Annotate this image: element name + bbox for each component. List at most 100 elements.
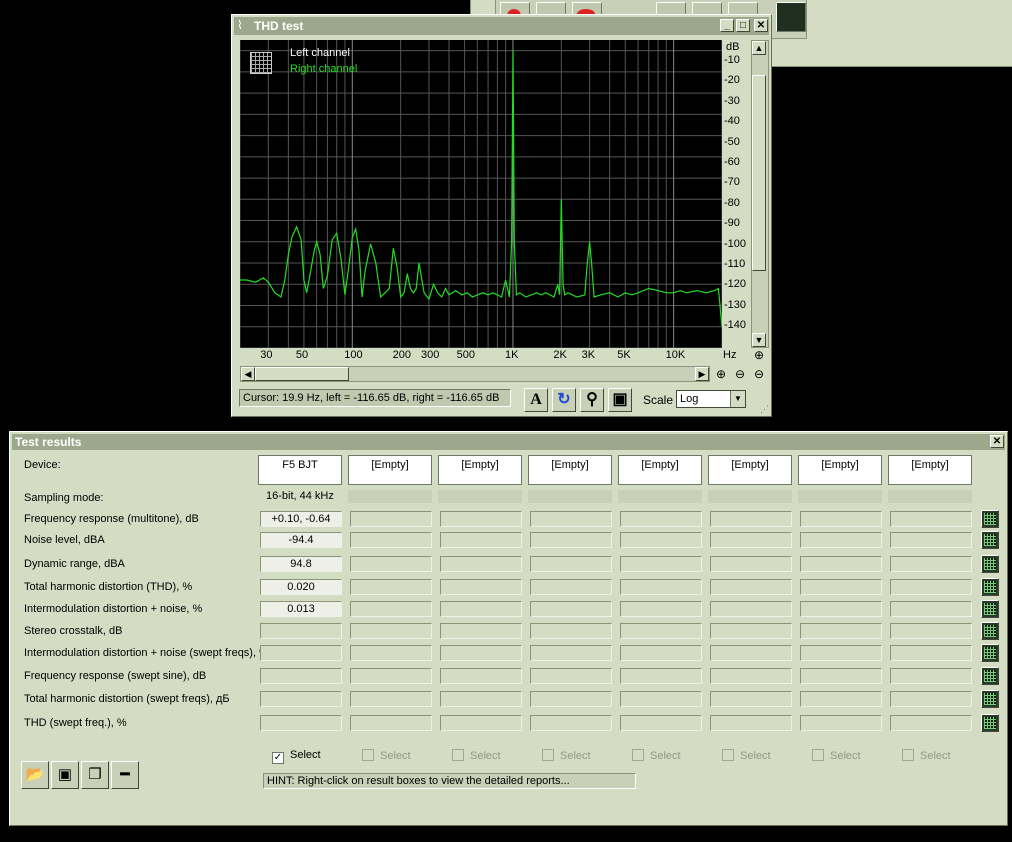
result-cell[interactable] bbox=[620, 532, 702, 548]
result-cell[interactable] bbox=[260, 691, 342, 707]
result-cell[interactable] bbox=[800, 668, 882, 684]
copy-icon[interactable]: ❐ bbox=[81, 761, 109, 789]
checkbox-box[interactable] bbox=[362, 749, 374, 761]
result-cell[interactable] bbox=[440, 556, 522, 572]
result-cell[interactable] bbox=[800, 715, 882, 731]
result-cell[interactable] bbox=[620, 601, 702, 617]
device-header[interactable]: [Empty] bbox=[798, 455, 882, 485]
result-cell[interactable] bbox=[890, 691, 972, 707]
result-cell[interactable] bbox=[800, 691, 882, 707]
minimize-button[interactable]: _ bbox=[720, 19, 734, 32]
checkbox-box[interactable] bbox=[542, 749, 554, 761]
result-cell[interactable] bbox=[440, 715, 522, 731]
thd-title-bar[interactable]: ⌇ THD test _ □ ✕ bbox=[234, 17, 769, 35]
result-cell[interactable] bbox=[800, 532, 882, 548]
remove-icon[interactable]: ━ bbox=[111, 761, 139, 789]
device-header[interactable]: F5 BJT bbox=[258, 455, 342, 485]
graph-view-icon[interactable] bbox=[981, 622, 999, 640]
result-cell[interactable] bbox=[440, 601, 522, 617]
result-cell[interactable] bbox=[890, 511, 972, 527]
result-cell[interactable] bbox=[800, 556, 882, 572]
result-cell[interactable] bbox=[890, 645, 972, 661]
select-checkbox[interactable]: Select bbox=[902, 749, 951, 762]
result-cell[interactable] bbox=[440, 579, 522, 595]
vertical-scroll-thumb[interactable] bbox=[752, 75, 766, 271]
select-checkbox[interactable]: Select bbox=[722, 749, 771, 762]
result-cell[interactable] bbox=[260, 668, 342, 684]
results-title-bar[interactable]: Test results ✕ bbox=[12, 434, 1005, 450]
vertical-scrollbar[interactable]: ▲ ▼ bbox=[751, 40, 769, 348]
result-cell[interactable] bbox=[620, 623, 702, 639]
spectrum-plot[interactable]: Left channel Right channel bbox=[240, 40, 722, 348]
result-cell[interactable]: -94.4 bbox=[260, 532, 342, 548]
zoom-out-x-icon[interactable]: ⊖ bbox=[732, 366, 748, 382]
result-cell[interactable] bbox=[890, 715, 972, 731]
result-cell[interactable] bbox=[710, 556, 792, 572]
maximize-button[interactable]: □ bbox=[736, 19, 750, 32]
result-cell[interactable] bbox=[620, 645, 702, 661]
select-checkbox[interactable]: Select bbox=[632, 749, 681, 762]
scroll-right-button[interactable]: ▶ bbox=[695, 367, 709, 381]
result-cell[interactable] bbox=[620, 556, 702, 572]
result-cell[interactable] bbox=[620, 715, 702, 731]
result-cell[interactable]: 94.8 bbox=[260, 556, 342, 572]
open-folder-icon[interactable]: 📂 bbox=[21, 761, 49, 789]
graph-view-icon[interactable] bbox=[981, 578, 999, 596]
result-cell[interactable] bbox=[350, 601, 432, 617]
result-cell[interactable] bbox=[530, 579, 612, 595]
result-cell[interactable] bbox=[350, 511, 432, 527]
result-cell[interactable] bbox=[350, 579, 432, 595]
graph-view-icon[interactable] bbox=[981, 714, 999, 732]
result-cell[interactable] bbox=[530, 623, 612, 639]
result-cell[interactable] bbox=[800, 645, 882, 661]
result-cell[interactable] bbox=[530, 556, 612, 572]
result-cell[interactable] bbox=[890, 668, 972, 684]
chevron-down-icon[interactable]: ▼ bbox=[730, 391, 745, 407]
horizontal-scrollbar[interactable]: ◀ ▶ bbox=[240, 366, 710, 382]
result-cell[interactable] bbox=[890, 532, 972, 548]
result-cell[interactable]: 0.020 bbox=[260, 579, 342, 595]
result-cell[interactable]: +0.10, -0.64 bbox=[260, 511, 342, 527]
zoom-out-y-icon[interactable]: ⊖ bbox=[751, 366, 767, 382]
result-cell[interactable] bbox=[710, 511, 792, 527]
result-cell[interactable] bbox=[890, 579, 972, 595]
result-cell[interactable] bbox=[440, 532, 522, 548]
result-cell[interactable] bbox=[710, 715, 792, 731]
checkbox-box[interactable]: ✓ bbox=[272, 752, 284, 764]
magnifier-icon[interactable]: ⚲ bbox=[580, 388, 604, 412]
device-header[interactable]: [Empty] bbox=[348, 455, 432, 485]
result-cell[interactable] bbox=[800, 623, 882, 639]
result-cell[interactable] bbox=[530, 668, 612, 684]
graph-view-icon[interactable] bbox=[981, 667, 999, 685]
result-cell[interactable] bbox=[350, 556, 432, 572]
result-cell[interactable] bbox=[530, 601, 612, 617]
checkbox-box[interactable] bbox=[902, 749, 914, 761]
result-cell[interactable] bbox=[350, 668, 432, 684]
result-cell[interactable] bbox=[530, 715, 612, 731]
result-cell[interactable] bbox=[530, 691, 612, 707]
device-header[interactable]: [Empty] bbox=[438, 455, 522, 485]
result-cell[interactable] bbox=[710, 645, 792, 661]
device-header[interactable]: [Empty] bbox=[888, 455, 972, 485]
result-cell[interactable] bbox=[620, 668, 702, 684]
result-cell[interactable] bbox=[350, 532, 432, 548]
result-cell[interactable] bbox=[890, 556, 972, 572]
device-header[interactable]: [Empty] bbox=[618, 455, 702, 485]
select-checkbox[interactable]: ✓ Select bbox=[272, 749, 321, 764]
result-cell[interactable] bbox=[440, 511, 522, 527]
result-cell[interactable] bbox=[350, 691, 432, 707]
result-cell[interactable] bbox=[710, 623, 792, 639]
font-button[interactable]: A bbox=[524, 388, 548, 412]
save-results-icon[interactable]: ▣ bbox=[51, 761, 79, 789]
result-cell[interactable] bbox=[800, 601, 882, 617]
result-cell[interactable] bbox=[440, 668, 522, 684]
result-cell[interactable] bbox=[530, 511, 612, 527]
zoom-in-x-icon[interactable]: ⊕ bbox=[713, 366, 729, 382]
refresh-icon[interactable]: ↻ bbox=[552, 388, 576, 412]
horizontal-scroll-thumb[interactable] bbox=[255, 367, 349, 381]
select-checkbox[interactable]: Select bbox=[362, 749, 411, 762]
result-cell[interactable] bbox=[350, 623, 432, 639]
result-cell[interactable] bbox=[440, 645, 522, 661]
result-cell[interactable] bbox=[620, 579, 702, 595]
checkbox-box[interactable] bbox=[452, 749, 464, 761]
